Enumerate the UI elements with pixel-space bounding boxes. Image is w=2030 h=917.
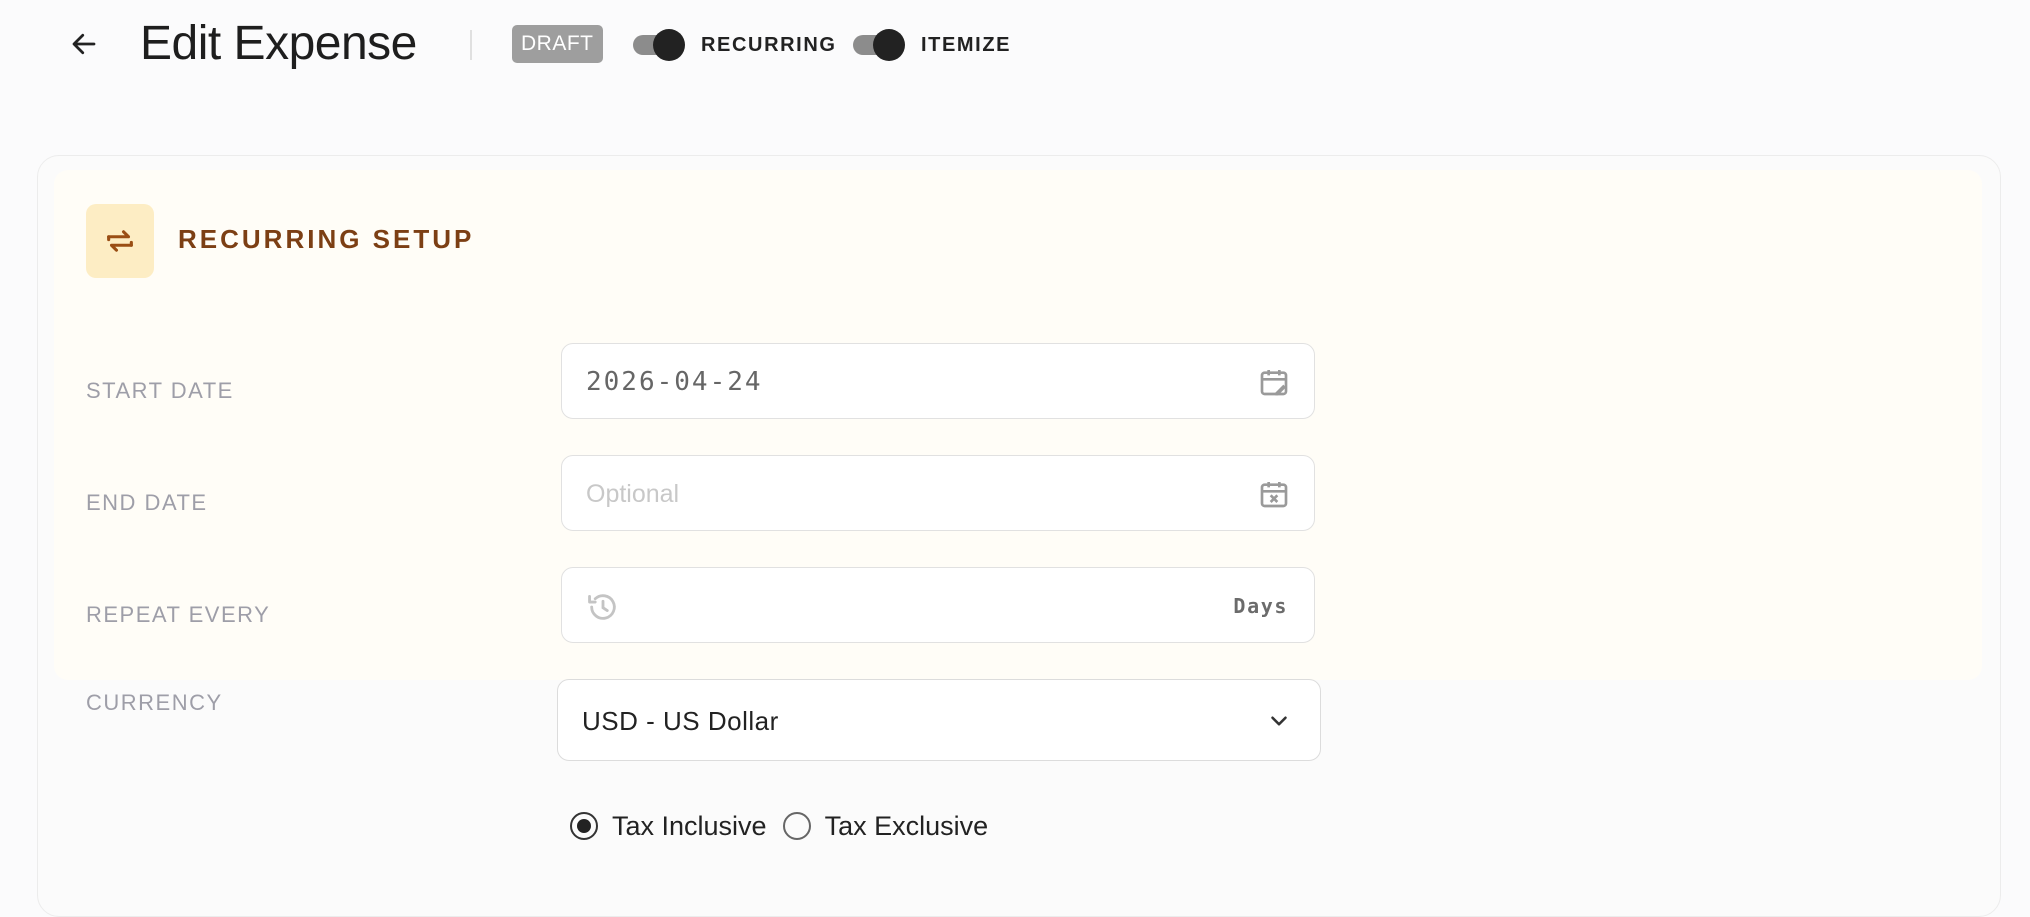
back-button[interactable] — [64, 24, 104, 64]
recurring-toggle-label: RECURRING — [701, 33, 837, 56]
page-header: Edit Expense DRAFT RECURRING ITEMIZE — [0, 0, 2030, 100]
repeat-icon — [86, 204, 154, 278]
tax-inclusive-label: Tax Inclusive — [612, 810, 767, 841]
chevron-down-icon — [1271, 716, 1287, 726]
end-date-field[interactable] — [561, 455, 1315, 531]
end-date-input[interactable] — [584, 470, 1188, 518]
repeat-every-label: REPEAT EVERY — [86, 602, 271, 627]
tax-inclusive-radio[interactable]: Tax Inclusive — [570, 811, 767, 842]
itemize-toggle-track — [853, 29, 905, 61]
itemize-toggle-knob — [873, 29, 905, 61]
currency-value: USD - US Dollar — [582, 706, 779, 736]
header-divider — [470, 30, 472, 60]
radio-selected-indicator — [570, 812, 598, 840]
itemize-toggle[interactable]: ITEMIZE — [853, 28, 1011, 62]
arrow-left-icon — [72, 33, 96, 55]
itemize-toggle-label: ITEMIZE — [921, 33, 1012, 56]
currency-label: CURRENCY — [86, 690, 223, 715]
section-title: RECURRING SETUP — [178, 224, 475, 254]
recurring-toggle-knob — [653, 29, 685, 61]
calendar-clear-icon[interactable] — [1258, 478, 1290, 510]
tax-mode-radio-group: Tax Inclusive Tax Exclusive — [570, 806, 1004, 846]
start-date-label: START DATE — [86, 378, 234, 403]
repeat-unit-suffix: Days — [1233, 594, 1288, 618]
start-date-value: 2026-04-24 — [586, 367, 763, 397]
currency-select[interactable]: USD - US Dollar — [557, 679, 1321, 761]
history-icon — [588, 594, 616, 620]
status-badge: DRAFT — [512, 25, 603, 63]
tax-exclusive-radio[interactable]: Tax Exclusive — [782, 810, 989, 842]
tax-exclusive-label: Tax Exclusive — [824, 810, 989, 841]
page-title: Edit Expense — [140, 17, 417, 70]
start-date-field[interactable]: 2026-04-24 — [561, 343, 1315, 419]
calendar-edit-icon[interactable] — [1258, 366, 1290, 398]
recurring-toggle-track — [633, 29, 685, 61]
repeat-every-field[interactable]: Days — [561, 567, 1315, 643]
recurring-toggle[interactable]: RECURRING — [633, 28, 837, 62]
radio-unselected-indicator — [782, 812, 811, 840]
end-date-label: END DATE — [86, 490, 208, 515]
